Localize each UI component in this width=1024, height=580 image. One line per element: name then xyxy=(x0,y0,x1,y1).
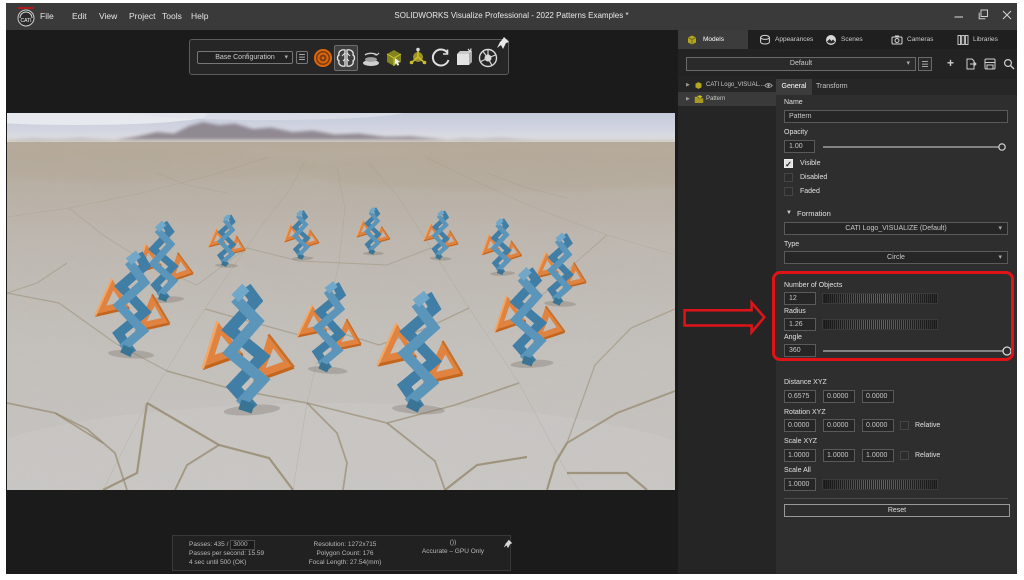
svg-text:CATI: CATI xyxy=(20,18,31,24)
